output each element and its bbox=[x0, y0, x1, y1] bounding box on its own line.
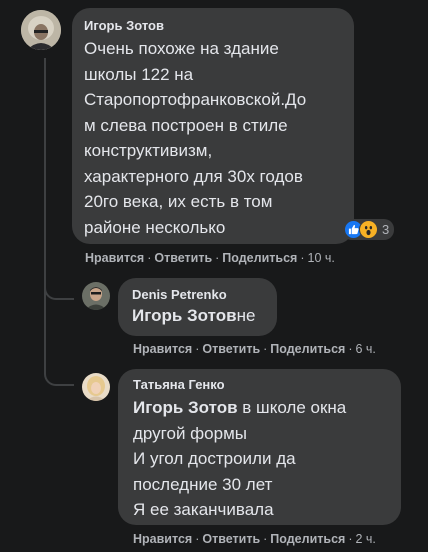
timestamp[interactable]: 10 ч. bbox=[308, 251, 335, 265]
separator-dot: · bbox=[195, 532, 200, 546]
timestamp[interactable]: 6 ч. bbox=[356, 342, 376, 356]
comment-actions: Нравится · Ответить · Поделиться · 2 ч. bbox=[133, 532, 376, 546]
like-button[interactable]: Нравится bbox=[133, 532, 192, 546]
comment-author[interactable]: Татьяна Генко bbox=[133, 377, 386, 392]
share-button[interactable]: Поделиться bbox=[222, 251, 297, 265]
thread-connector bbox=[44, 294, 74, 386]
mention-link[interactable]: Игорь Зотов bbox=[133, 398, 238, 417]
comment-text: Игорь Зотовне bbox=[132, 306, 256, 325]
reactions-summary[interactable]: 3 bbox=[342, 219, 395, 240]
separator-dot: · bbox=[147, 251, 152, 265]
comment-text: Игорь Зотов в школе окна другой формы И … bbox=[133, 398, 347, 519]
reply-button[interactable]: Ответить bbox=[202, 342, 260, 356]
like-button[interactable]: Нравится bbox=[133, 342, 192, 356]
separator-dot: · bbox=[263, 532, 268, 546]
comment-author[interactable]: Игорь Зотов bbox=[84, 18, 342, 33]
separator-dot: · bbox=[300, 251, 305, 265]
reply-button[interactable]: Ответить bbox=[154, 251, 212, 265]
separator-dot: · bbox=[263, 342, 268, 356]
timestamp[interactable]: 2 ч. bbox=[356, 532, 376, 546]
avatar[interactable] bbox=[21, 10, 61, 50]
separator-dot: · bbox=[215, 251, 220, 265]
share-button[interactable]: Поделиться bbox=[270, 342, 345, 356]
reaction-count: 3 bbox=[382, 222, 390, 237]
comment-bubble: Denis Petrenko Игорь Зотовне bbox=[118, 278, 277, 336]
separator-dot: · bbox=[348, 342, 353, 356]
separator-dot: · bbox=[348, 532, 353, 546]
avatar[interactable] bbox=[82, 373, 110, 401]
comment-actions: Нравится · Ответить · Поделиться · 10 ч. bbox=[85, 251, 335, 265]
share-button[interactable]: Поделиться bbox=[270, 532, 345, 546]
comment-author[interactable]: Denis Petrenko bbox=[132, 287, 263, 302]
comment-actions: Нравится · Ответить · Поделиться · 6 ч. bbox=[133, 342, 376, 356]
separator-dot: · bbox=[195, 342, 200, 356]
avatar[interactable] bbox=[82, 282, 110, 310]
comment-text: Очень похоже на здание школы 122 на Стар… bbox=[84, 39, 307, 237]
reply-button[interactable]: Ответить bbox=[202, 532, 260, 546]
like-button[interactable]: Нравится bbox=[85, 251, 144, 265]
comment-bubble: Игорь Зотов Очень похоже на здание школы… bbox=[72, 8, 354, 244]
wow-icon bbox=[359, 220, 378, 239]
comment-bubble: Татьяна Генко Игорь Зотов в школе окна д… bbox=[118, 369, 401, 525]
mention-link[interactable]: Игорь Зотов bbox=[132, 306, 237, 325]
